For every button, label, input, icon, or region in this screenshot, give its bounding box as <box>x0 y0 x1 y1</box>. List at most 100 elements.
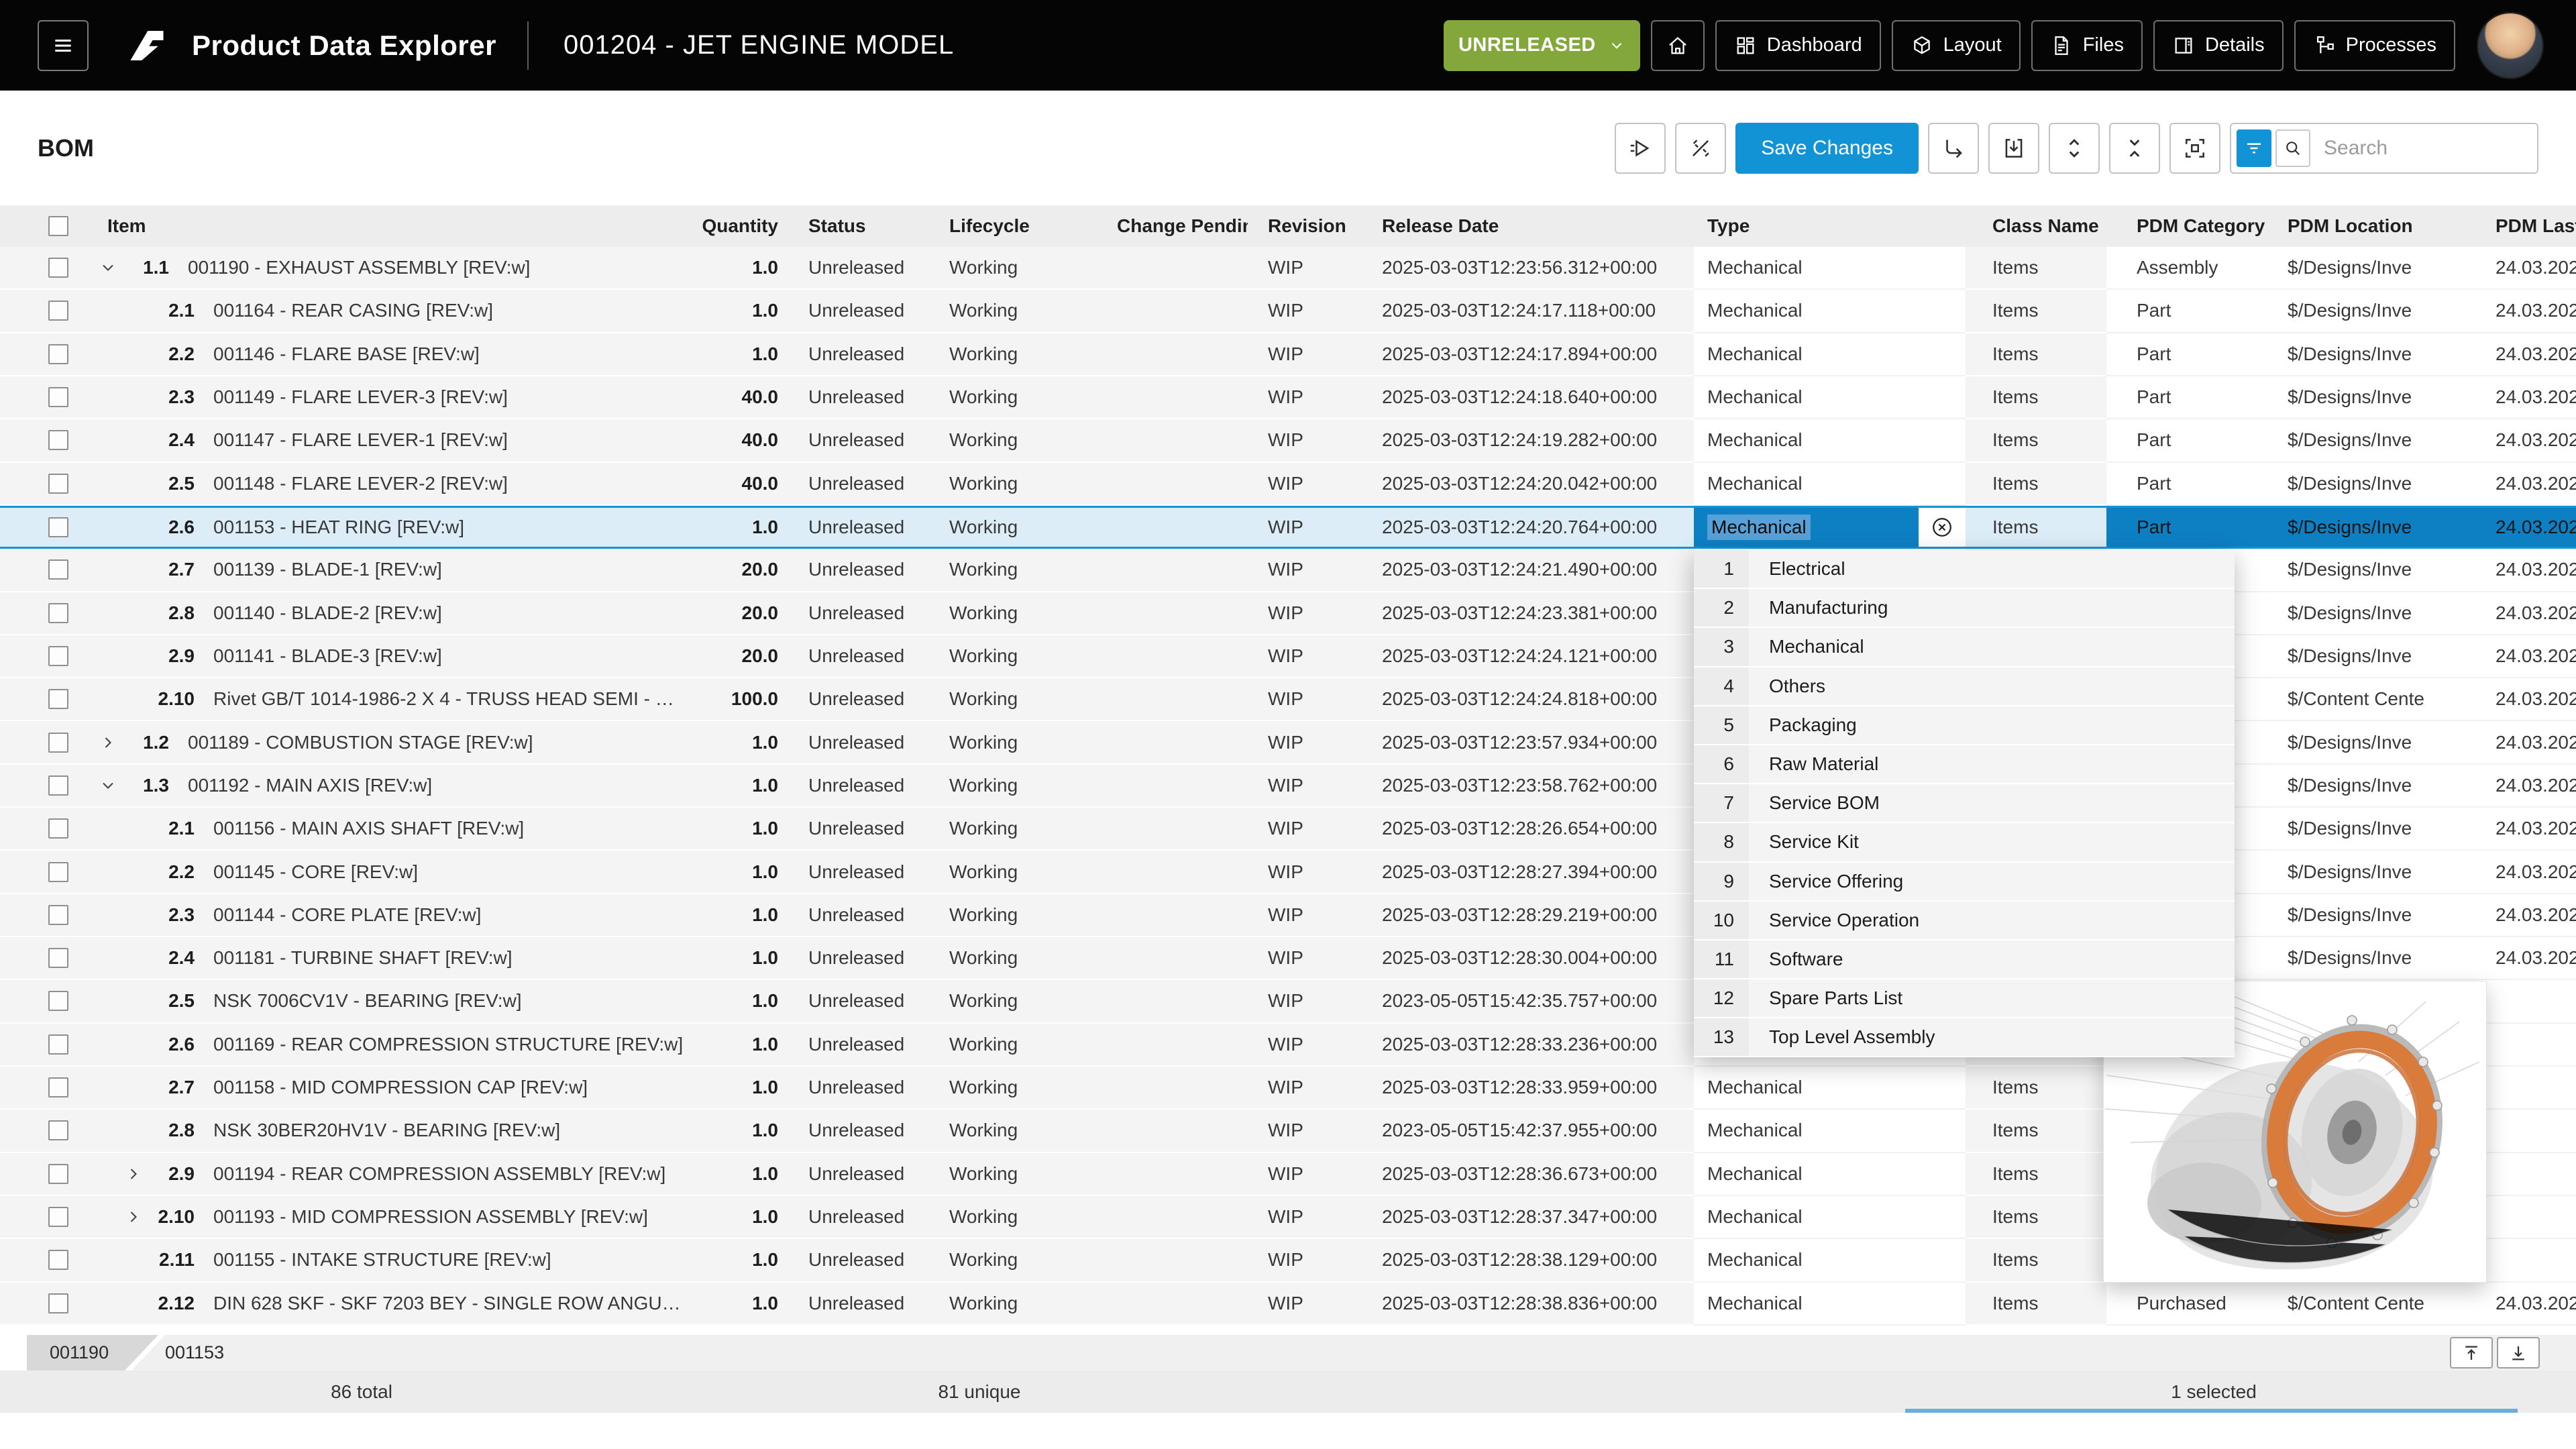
dropdown-item-number: 8 <box>1694 823 1749 861</box>
table-row[interactable]: 2.12DIN 628 SKF - SKF 7203 BEY - SINGLE … <box>0 1283 2576 1326</box>
dropdown-item-top-level-assembly[interactable]: 13Top Level Assembly <box>1694 1018 2235 1057</box>
row-checkbox[interactable] <box>48 258 68 278</box>
select-all-checkbox[interactable] <box>48 216 68 236</box>
table-row[interactable]: 2.2001146 - FLARE BASE [REV:w]1.0Unrelea… <box>0 333 2576 376</box>
table-row[interactable]: 1.1001190 - EXHAUST ASSEMBLY [REV:w]1.0U… <box>0 247 2576 290</box>
row-checkbox[interactable] <box>48 646 68 666</box>
row-expand-chevron-down-icon[interactable] <box>97 774 119 797</box>
col-header-lifecycle[interactable]: Lifecycle <box>932 205 1067 247</box>
scroll-to-top-button[interactable] <box>2450 1337 2493 1368</box>
row-checkbox[interactable] <box>48 559 68 580</box>
cell-status: Unreleased <box>778 678 932 721</box>
table-row[interactable]: 2.4001147 - FLARE LEVER-1 [REV:w]40.0Unr… <box>0 419 2576 462</box>
hamburger-menu-button[interactable] <box>38 20 89 71</box>
table-row[interactable]: 2.1001164 - REAR CASING [REV:w]1.0Unrele… <box>0 290 2576 333</box>
row-checkbox[interactable] <box>48 1293 68 1313</box>
clear-value-button[interactable] <box>1919 508 1966 547</box>
col-header-date[interactable]: Release Date <box>1348 205 1694 247</box>
row-checkbox[interactable] <box>48 387 68 407</box>
row-checkbox[interactable] <box>48 948 68 968</box>
row-checkbox[interactable] <box>48 474 68 494</box>
row-checkbox[interactable] <box>48 775 68 796</box>
expand-rows-button[interactable] <box>2049 123 2100 174</box>
cell-value: Working <box>949 1034 1018 1055</box>
search-input[interactable] <box>2322 136 2493 160</box>
box-down-button[interactable] <box>1988 123 2039 174</box>
dropdown-item-service-operation[interactable]: 10Service Operation <box>1694 902 2235 941</box>
row-expand-chevron-down-icon[interactable] <box>97 256 119 279</box>
col-header-status[interactable]: Status <box>778 205 932 247</box>
row-checkbox[interactable] <box>48 1034 68 1055</box>
row-checkbox[interactable] <box>48 689 68 709</box>
row-checkbox[interactable] <box>48 344 68 364</box>
fit-button[interactable] <box>2169 123 2220 174</box>
nav-button-processes[interactable]: Processes <box>2294 20 2455 71</box>
col-header-revision[interactable]: Revision <box>1248 205 1348 247</box>
row-checkbox[interactable] <box>48 862 68 882</box>
row-checkbox[interactable] <box>48 733 68 753</box>
save-changes-button[interactable]: Save Changes <box>1735 123 1919 174</box>
row-checkbox[interactable] <box>48 1250 68 1270</box>
row-checkbox[interactable] <box>48 1207 68 1227</box>
row-expand-chevron-right-icon[interactable] <box>122 1163 145 1185</box>
dropdown-item-service-offering[interactable]: 9Service Offering <box>1694 863 2235 902</box>
cell-value: Items <box>1992 1293 2038 1314</box>
release-status-dropdown[interactable]: UNRELEASED <box>1444 20 1640 71</box>
nav-button-files[interactable]: Files <box>2031 20 2143 71</box>
table-row[interactable]: 2.5001148 - FLARE LEVER-2 [REV:w]40.0Unr… <box>0 463 2576 506</box>
collapse-rows-button[interactable] <box>2109 123 2160 174</box>
dropdown-item-software[interactable]: 11Software <box>1694 941 2235 979</box>
user-avatar[interactable] <box>2477 12 2544 79</box>
table-row-selected[interactable]: 2.6001153 - HEAT RING [REV:w]1.0Unreleas… <box>0 506 2576 549</box>
col-header-check[interactable] <box>0 205 87 247</box>
send-button[interactable] <box>1615 123 1666 174</box>
col-header-last[interactable]: PDM Last Modified <box>2482 205 2576 247</box>
nav-button-layout[interactable]: Layout <box>1892 20 2021 71</box>
row-checkbox[interactable] <box>48 517 68 537</box>
dropdown-item-manufacturing[interactable]: 2Manufacturing <box>1694 589 2235 628</box>
nav-button-dashboard[interactable]: Dashboard <box>1715 20 1881 71</box>
nav-button-details[interactable]: Details <box>2153 20 2284 71</box>
arrow-turn-button[interactable] <box>1928 123 1979 174</box>
row-checkbox[interactable] <box>48 991 68 1011</box>
unlink-button[interactable] <box>1675 123 1726 174</box>
search-scope-button[interactable] <box>2275 129 2310 167</box>
tab-001190[interactable]: 001190 <box>27 1335 158 1371</box>
home-button[interactable] <box>1651 20 1705 71</box>
dropdown-item-packaging[interactable]: 5Packaging <box>1694 706 2235 745</box>
tab-001153[interactable]: 001153 <box>165 1335 224 1371</box>
dropdown-item-label: Service Operation <box>1749 902 2235 939</box>
row-checkbox[interactable] <box>48 1077 68 1097</box>
scroll-to-bottom-button[interactable] <box>2497 1337 2540 1368</box>
row-checkbox[interactable] <box>48 603 68 623</box>
cell-value: $/Designs/Inve <box>2288 904 2412 926</box>
row-checkbox[interactable] <box>48 301 68 321</box>
item-name: 001155 - INTAKE STRUCTURE [REV:w] <box>213 1249 551 1271</box>
col-header-category[interactable]: PDM Category <box>2106 205 2271 247</box>
col-header-qty[interactable]: Quantity <box>698 205 778 247</box>
row-checkbox[interactable] <box>48 818 68 839</box>
table-row[interactable]: 2.3001149 - FLARE LEVER-3 [REV:w]40.0Unr… <box>0 376 2576 419</box>
row-checkbox[interactable] <box>48 1120 68 1140</box>
col-header-cls[interactable]: Class Name <box>1966 205 2106 247</box>
dropdown-item-mechanical[interactable]: 3Mechanical <box>1694 628 2235 667</box>
type-cell-editor[interactable]: Mechanical <box>1694 508 1966 547</box>
row-checkbox[interactable] <box>48 1164 68 1184</box>
cell-lifecycle: Working <box>932 937 1067 980</box>
filter-button[interactable] <box>2237 129 2271 167</box>
dropdown-item-electrical[interactable]: 1Electrical <box>1694 550 2235 589</box>
cell-status: Unreleased <box>778 1283 932 1326</box>
col-header-type[interactable]: Type <box>1694 205 1966 247</box>
col-header-change[interactable]: Change Pending <box>1067 205 1248 247</box>
dropdown-item-others[interactable]: 4Others <box>1694 667 2235 706</box>
row-checkbox[interactable] <box>48 430 68 450</box>
col-header-item[interactable]: Item <box>87 205 698 247</box>
dropdown-item-service-kit[interactable]: 8Service Kit <box>1694 823 2235 862</box>
dropdown-item-service-bom[interactable]: 7Service BOM <box>1694 784 2235 823</box>
dropdown-item-raw-material[interactable]: 6Raw Material <box>1694 745 2235 784</box>
row-expand-chevron-right-icon[interactable] <box>97 731 119 754</box>
row-checkbox[interactable] <box>48 905 68 925</box>
dropdown-item-spare-parts-list[interactable]: 12Spare Parts List <box>1694 979 2235 1018</box>
row-expand-chevron-right-icon[interactable] <box>122 1205 145 1228</box>
col-header-location[interactable]: PDM Location <box>2271 205 2482 247</box>
